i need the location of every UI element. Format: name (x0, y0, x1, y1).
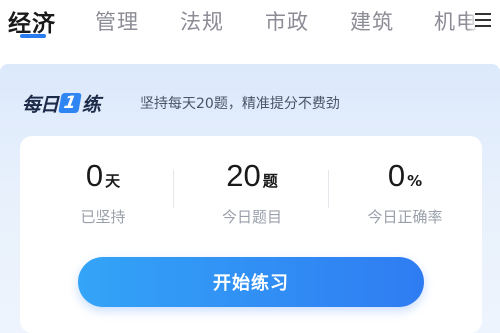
hamburger-menu-button[interactable] (466, 0, 500, 40)
daily-practice-logo: 每日 1 练 (22, 92, 101, 116)
tab-management[interactable]: 管理 (95, 6, 139, 36)
tab-construction[interactable]: 建筑 (350, 6, 394, 36)
stat-today-questions: 20 题 (182, 156, 322, 196)
stat-unit: 题 (262, 172, 278, 190)
stat-value: 0 (387, 158, 406, 193)
start-practice-button[interactable]: 开始练习 (78, 257, 424, 307)
brand-number: 1 (58, 93, 82, 113)
stat-value: 0 (85, 158, 104, 193)
category-tab-bar: 经济 管理 法规 市政 建筑 机电 (0, 0, 500, 52)
stat-label-accuracy: 今日正确率 (367, 208, 443, 226)
stat-divider (173, 170, 174, 208)
stat-days-persisted: 0天 (33, 156, 173, 196)
stat-accuracy: 0% (335, 156, 475, 196)
stat-label-days: 已坚持 (80, 208, 126, 226)
stat-unit: 天 (105, 172, 121, 190)
stat-value: 20 (226, 158, 261, 193)
stat-divider (328, 170, 329, 208)
brand-suffix: 练 (81, 93, 101, 116)
brand-prefix: 每日 (22, 93, 59, 116)
daily-practice-slogan: 坚持每天20题，精准提分不费劲 (140, 96, 340, 112)
hamburger-menu-icon (475, 13, 491, 27)
stat-unit: % (407, 172, 423, 190)
tab-economy[interactable]: 经济 (8, 4, 56, 38)
active-tab-indicator (20, 34, 46, 38)
stat-label-questions: 今日题目 (221, 208, 282, 226)
tab-municipal[interactable]: 市政 (265, 6, 309, 36)
tab-regulations[interactable]: 法规 (180, 6, 224, 36)
